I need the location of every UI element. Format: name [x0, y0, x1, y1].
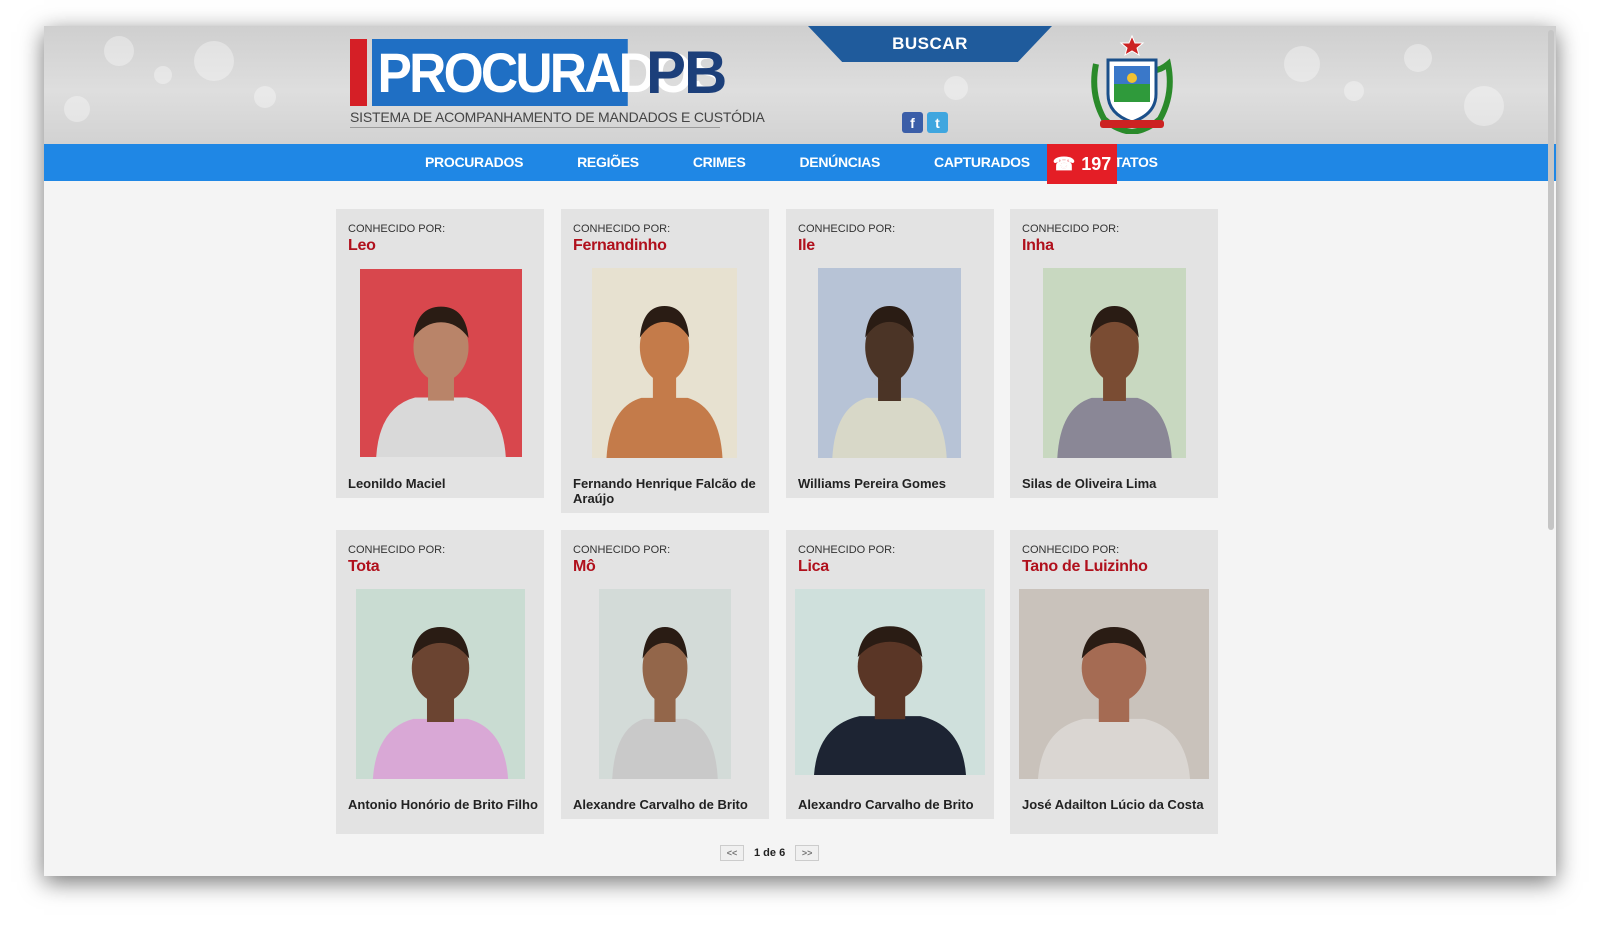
portrait-silhouette	[832, 306, 947, 458]
nav-item-regioes[interactable]: REGIÕES	[550, 144, 666, 181]
suspect-photo[interactable]	[592, 268, 737, 458]
portrait-silhouette	[606, 306, 723, 458]
full-name: José Adailton Lúcio da Costa	[1022, 797, 1204, 812]
full-name: Williams Pereira Gomes	[798, 476, 947, 491]
portrait-silhouette	[814, 626, 966, 775]
suspect-photo[interactable]	[360, 269, 522, 457]
nickname: Lica	[798, 558, 829, 575]
wanted-card[interactable]: CONHECIDO POR: Leo Leonildo Maciel	[336, 209, 544, 498]
nav-item-capturados[interactable]: CAPTURADOS	[907, 144, 1057, 181]
suspect-photo[interactable]	[818, 268, 961, 458]
logo-suffix: PB	[646, 39, 727, 106]
suspect-photo[interactable]	[599, 589, 731, 779]
logo-subtitle: SISTEMA DE ACOMPANHAMENTO DE MANDADOS E …	[350, 109, 765, 128]
nav-item-crimes[interactable]: CRIMES	[666, 144, 773, 181]
prev-page-button[interactable]: <<	[720, 845, 744, 861]
wanted-card[interactable]: CONHECIDO POR: Tano de Luizinho José Ada…	[1010, 530, 1218, 834]
suspect-photo[interactable]	[356, 589, 525, 779]
full-name: Alexandre Carvalho de Brito	[573, 797, 748, 812]
site-header: PROCURADOS PB SISTEMA DE ACOMPANHAMENTO …	[44, 26, 1556, 144]
full-name: Alexandro Carvalho de Brito	[798, 797, 974, 812]
known-as-label: CONHECIDO POR:	[348, 544, 446, 556]
wanted-card[interactable]: CONHECIDO POR: Lica Alexandro Carvalho d…	[786, 530, 994, 819]
known-as-label: CONHECIDO POR:	[573, 544, 671, 556]
page-indicator: 1 de 6	[754, 847, 786, 859]
facebook-icon[interactable]: f	[902, 112, 923, 133]
full-name: Antonio Honório de Brito Filho	[348, 797, 538, 812]
suspect-photo[interactable]	[1043, 268, 1186, 458]
site-logo[interactable]: PROCURADOS PB SISTEMA DE ACOMPANHAMENTO …	[350, 39, 765, 129]
known-as-label: CONHECIDO POR:	[573, 223, 671, 235]
browser-window: PROCURADOS PB SISTEMA DE ACOMPANHAMENTO …	[44, 26, 1556, 876]
portrait-silhouette	[1057, 306, 1172, 458]
next-page-button[interactable]: >>	[795, 845, 820, 861]
nickname: Leo	[348, 237, 376, 254]
wanted-card[interactable]: CONHECIDO POR: Ile Williams Pereira Gome…	[786, 209, 994, 498]
wanted-card[interactable]: CONHECIDO POR: Inha Silas de Oliveira Li…	[1010, 209, 1218, 498]
nickname: Inha	[1022, 237, 1054, 254]
nav-item-denuncias[interactable]: DENÚNCIAS	[772, 144, 907, 181]
known-as-label: CONHECIDO POR:	[798, 544, 896, 556]
page-scrollbar[interactable]	[1548, 30, 1554, 530]
state-coat-of-arms-icon	[1091, 34, 1173, 134]
portrait-silhouette	[1038, 627, 1190, 779]
known-as-label: CONHECIDO POR:	[798, 223, 896, 235]
nickname: Tano de Luizinho	[1022, 558, 1148, 575]
suspect-photo[interactable]	[795, 589, 985, 775]
phone-icon: ☎	[1052, 153, 1076, 174]
twitter-icon[interactable]: t	[927, 112, 948, 133]
full-name: Fernando Henrique Falcão de Araújo	[573, 476, 756, 506]
known-as-label: CONHECIDO POR:	[1022, 544, 1120, 556]
search-label: BUSCAR	[892, 34, 968, 53]
main-nav: PROCURADOS REGIÕES CRIMES DENÚNCIAS CAPT…	[44, 144, 1556, 184]
wanted-card[interactable]: CONHECIDO POR: Fernandinho Fernando Henr…	[561, 209, 769, 513]
portrait-silhouette	[372, 627, 509, 779]
wanted-card[interactable]: CONHECIDO POR: Mô Alexandre Carvalho de …	[561, 530, 769, 819]
nav-item-procurados[interactable]: PROCURADOS	[398, 144, 550, 181]
portrait-silhouette	[612, 627, 718, 779]
portrait-silhouette	[376, 306, 506, 457]
known-as-label: CONHECIDO POR:	[348, 223, 446, 235]
logo-red-bar	[350, 39, 367, 106]
search-button[interactable]: BUSCAR	[808, 26, 1052, 62]
nickname: Mô	[573, 558, 596, 575]
nickname: Ile	[798, 237, 815, 254]
suspect-photo[interactable]	[1019, 589, 1209, 779]
logo-title: PROCURADOS	[372, 39, 725, 106]
hotline-button[interactable]: ☎ 197	[1047, 144, 1117, 184]
nickname: Tota	[348, 558, 380, 575]
social-links: f t	[902, 112, 948, 133]
wanted-card[interactable]: CONHECIDO POR: Tota Antonio Honório de B…	[336, 530, 544, 834]
nickname: Fernandinho	[573, 237, 667, 254]
pagination: << 1 de 6 >>	[720, 844, 820, 862]
full-name: Silas de Oliveira Lima	[1022, 476, 1157, 491]
full-name: Leonildo Maciel	[348, 476, 446, 491]
known-as-label: CONHECIDO POR:	[1022, 223, 1120, 235]
hotline-number: 197	[1081, 153, 1112, 174]
